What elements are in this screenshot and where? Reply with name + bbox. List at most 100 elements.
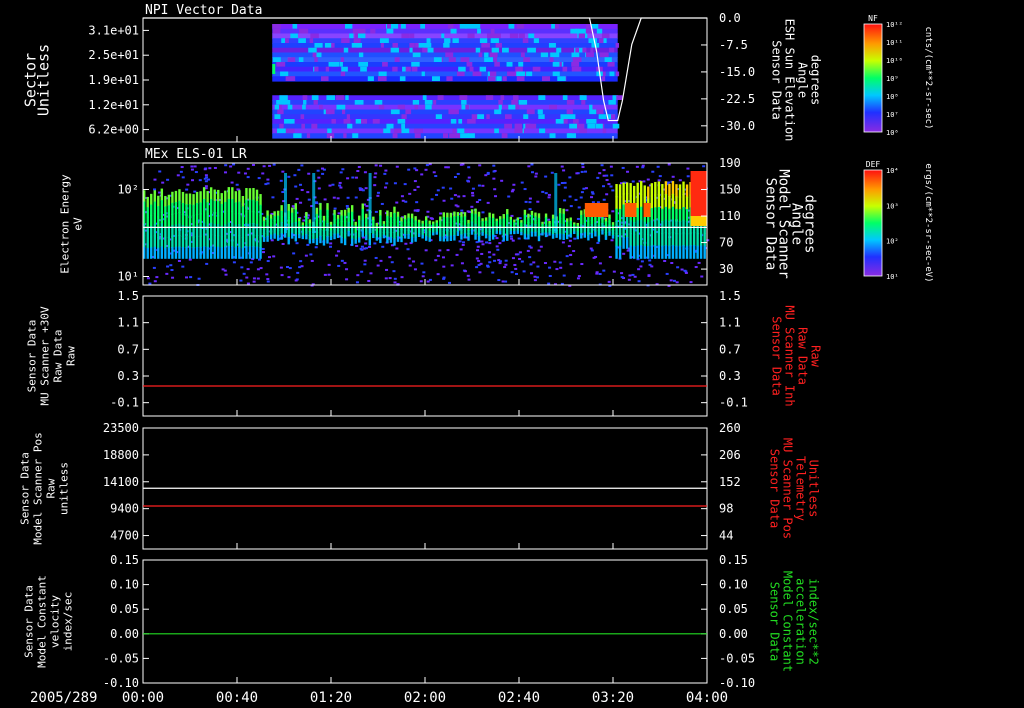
heatmap-cell	[217, 189, 220, 203]
heatmap-cell	[350, 205, 354, 213]
heatmap-cell	[629, 183, 632, 197]
heatmap-cell	[608, 256, 612, 259]
heatmap-cell	[643, 203, 651, 217]
heatmap-cell	[573, 231, 576, 235]
heatmap-cell	[523, 233, 527, 240]
heatmap-cell	[602, 128, 607, 134]
heatmap-cell	[640, 245, 643, 259]
heatmap-cell	[607, 183, 611, 186]
right-axis-label: degrees	[802, 194, 818, 253]
heatmap-cell	[554, 173, 558, 233]
heatmap-cell	[308, 238, 312, 244]
heatmap-cell	[404, 200, 408, 203]
heatmap-cell	[581, 163, 585, 166]
heatmap-cell	[589, 104, 593, 110]
heatmap-cell	[224, 190, 227, 203]
heatmap-cell	[636, 207, 639, 222]
heatmap-cell	[641, 164, 645, 167]
heatmap-cell	[178, 223, 181, 236]
y-axis-label: Sensor Data	[19, 452, 32, 525]
heatmap-cell	[314, 66, 319, 72]
heatmap-cell	[322, 225, 326, 232]
heatmap-cell	[372, 233, 375, 239]
heatmap-cell	[195, 202, 199, 215]
heatmap-cell	[498, 104, 502, 110]
heatmap-cell	[410, 232, 414, 238]
heatmap-cell	[586, 24, 590, 29]
heatmap-cell	[174, 190, 178, 203]
heatmap-cell	[664, 194, 668, 208]
heatmap-cell	[549, 133, 556, 138]
heatmap-cell	[277, 114, 281, 119]
heatmap-cell	[300, 164, 304, 167]
heatmap-cell	[217, 212, 220, 225]
heatmap-cell	[523, 228, 527, 235]
heatmap-cell	[529, 272, 533, 275]
heatmap-cell	[629, 245, 632, 259]
heatmap-cell	[248, 211, 252, 224]
heatmap-cell	[700, 275, 704, 278]
heatmap-cell	[477, 221, 481, 228]
heatmap-cell	[425, 104, 432, 110]
heatmap-cell	[657, 179, 661, 182]
heatmap-cell	[664, 232, 668, 247]
heatmap-cell	[513, 231, 516, 235]
heatmap-cell	[266, 235, 269, 242]
heatmap-cell	[498, 262, 502, 265]
heatmap-cell	[528, 201, 532, 204]
right-tick-label: 150	[719, 183, 741, 197]
heatmap-cell	[461, 243, 465, 246]
heatmap-cell	[224, 164, 228, 167]
heatmap-cell	[436, 273, 440, 276]
heatmap-cell	[618, 245, 622, 259]
heatmap-cell	[463, 233, 467, 239]
heatmap-cell	[245, 211, 248, 224]
heatmap-cell	[164, 226, 167, 239]
heatmap-cell	[266, 230, 269, 237]
heatmap-cell	[311, 95, 319, 100]
heatmap-cell	[189, 276, 193, 279]
heatmap-cell	[266, 278, 270, 281]
heatmap-cell	[291, 227, 294, 234]
heatmap-cell	[494, 109, 502, 115]
right-axis-label: Sensor Data	[768, 449, 782, 528]
heatmap-cell	[550, 52, 554, 58]
heatmap-cell	[598, 114, 607, 119]
heatmap-cell	[640, 232, 643, 246]
heatmap-cell	[314, 43, 319, 48]
heatmap-cell	[602, 198, 606, 201]
heatmap-cell	[576, 235, 579, 240]
heatmap-cell	[507, 71, 514, 77]
heatmap-cell	[571, 52, 580, 58]
heatmap-cell	[609, 165, 613, 168]
heatmap-cell	[661, 184, 664, 198]
heatmap-cell	[509, 33, 519, 39]
heatmap-cell	[590, 249, 594, 252]
heatmap-cell	[643, 245, 646, 259]
heatmap-cell	[471, 24, 481, 29]
heatmap-cell	[596, 241, 600, 244]
heatmap-cell	[449, 235, 453, 241]
heatmap-cell	[203, 168, 207, 171]
heatmap-cell	[664, 245, 668, 259]
heatmap-cell	[450, 119, 457, 124]
heatmap-cell	[208, 167, 212, 170]
heatmap-cell	[487, 251, 491, 254]
heatmap-cell	[166, 265, 170, 268]
heatmap-cell	[518, 33, 525, 39]
heatmap-cell	[536, 276, 540, 279]
heatmap-cell	[699, 233, 703, 247]
right-tick-label: 0.7	[719, 342, 741, 356]
heatmap-cell	[171, 276, 175, 279]
heatmap-cell	[547, 282, 551, 285]
heatmap-cell	[425, 236, 428, 241]
heatmap-cell	[484, 57, 493, 62]
right-tick-label: 1.1	[719, 316, 741, 330]
panel-mc_vel: 0.15 0.10 0.05 0.00 -0.05 -0.10 0.15 0.10 0.05 0.…	[23, 553, 821, 690]
heatmap-cell	[580, 214, 583, 221]
heatmap-row	[272, 52, 618, 58]
heatmap-cell	[475, 47, 481, 53]
heatmap-cell	[272, 255, 276, 258]
heatmap-cell	[562, 213, 565, 220]
heatmap-cell	[347, 230, 350, 237]
